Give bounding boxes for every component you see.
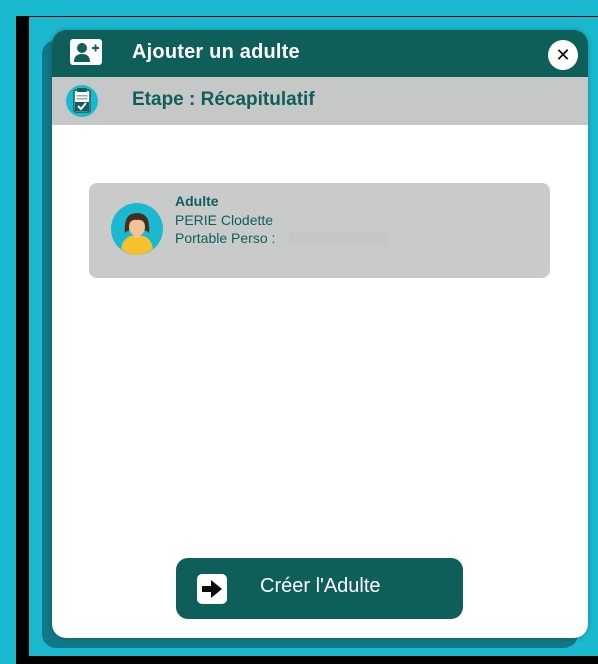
female-avatar-icon <box>111 203 163 255</box>
adult-summary-card: Adulte PERIE Clodette Portable Perso : <box>89 183 550 278</box>
step-bar: Etape : Récapitulatif <box>52 77 588 125</box>
arrow-right-icon <box>197 574 227 604</box>
close-icon: ✕ <box>555 44 571 65</box>
phone-label: Portable Perso : <box>175 230 276 246</box>
create-adult-button[interactable]: Créer l'Adulte <box>176 558 463 619</box>
create-adult-label: Créer l'Adulte <box>260 575 381 597</box>
dialog-title: Ajouter un adulte <box>132 41 300 63</box>
step-title: Etape : Récapitulatif <box>132 89 315 110</box>
person-name: PERIE Clodette <box>175 212 274 228</box>
checklist-icon <box>66 84 98 118</box>
add-user-icon <box>70 39 102 65</box>
role-label: Adulte <box>175 193 219 209</box>
add-adult-dialog: Ajouter un adulte ✕ Etape : Récapitulati… <box>52 30 588 638</box>
close-button[interactable]: ✕ <box>548 40 578 70</box>
dialog-titlebar: Ajouter un adulte ✕ <box>52 30 588 77</box>
phone-value-redacted <box>289 232 389 246</box>
